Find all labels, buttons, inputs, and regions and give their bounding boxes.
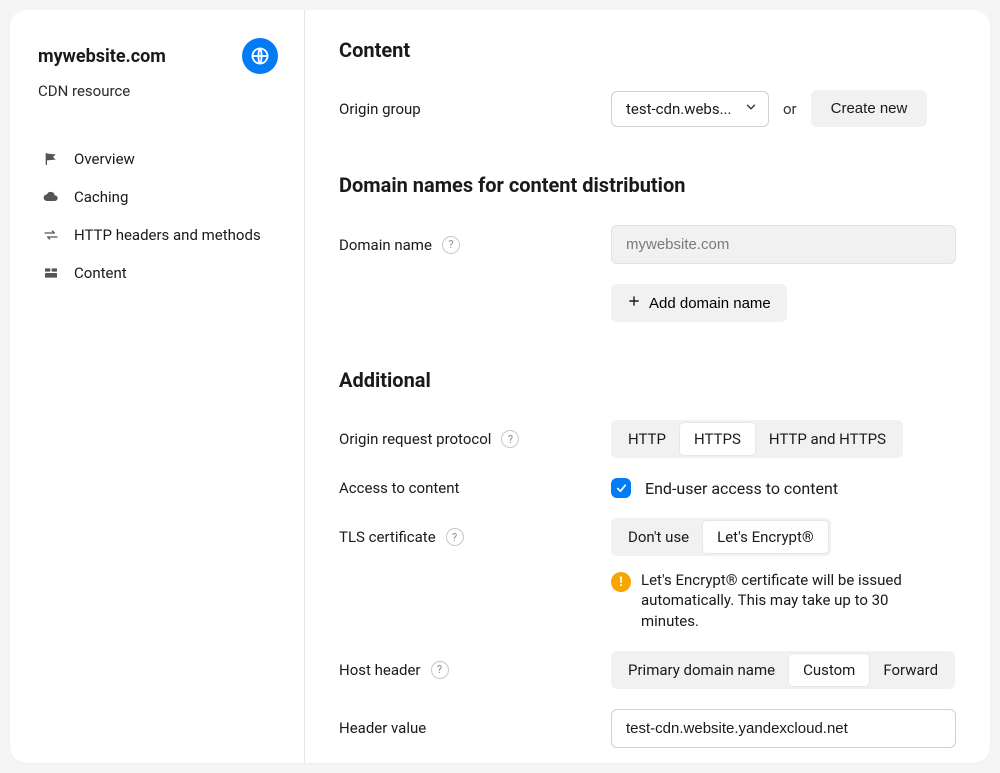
host-option-primary[interactable]: Primary domain name <box>614 654 789 686</box>
host-header-label: Host header ? <box>339 661 611 679</box>
header-value-input[interactable] <box>611 709 956 748</box>
origin-group-select[interactable]: test-cdn.webs... <box>611 91 769 127</box>
arrows-icon <box>42 227 60 243</box>
add-domain-button[interactable]: Add domain name <box>611 284 787 322</box>
protocol-option-http[interactable]: HTTP <box>614 423 680 455</box>
sidebar: mywebsite.com CDN resource Overview Cach… <box>10 10 305 763</box>
protocol-segmented: HTTP HTTPS HTTP and HTTPS <box>611 420 903 458</box>
access-row: Access to content End-user access to con… <box>339 478 956 498</box>
create-new-button[interactable]: Create new <box>811 90 928 127</box>
tls-option-dont-use[interactable]: Don't use <box>614 521 703 553</box>
warning-icon: ! <box>611 572 631 592</box>
add-domain-label: Add domain name <box>649 295 771 312</box>
access-checkbox[interactable] <box>611 478 631 498</box>
protocol-option-both[interactable]: HTTP and HTTPS <box>755 423 900 455</box>
host-option-forward[interactable]: Forward <box>869 654 952 686</box>
flag-icon <box>42 151 60 167</box>
section-content-title: Content <box>339 38 956 62</box>
blocks-icon <box>42 265 60 281</box>
access-label: Access to content <box>339 479 611 497</box>
origin-group-value: test-cdn.webs... <box>626 100 731 118</box>
add-domain-row: Add domain name <box>339 284 956 322</box>
resource-subtitle: CDN resource <box>38 82 288 100</box>
tls-segmented: Don't use Let's Encrypt® <box>611 518 831 556</box>
tls-label: TLS certificate ? <box>339 528 611 546</box>
sidebar-item-label: Caching <box>74 188 128 206</box>
plus-icon <box>627 294 641 312</box>
sidebar-item-overview[interactable]: Overview <box>38 140 288 178</box>
domain-name-input <box>611 225 956 264</box>
section-additional-title: Additional <box>339 368 956 392</box>
cloud-icon <box>42 189 60 205</box>
origin-group-label: Origin group <box>339 100 611 118</box>
sidebar-item-label: Overview <box>74 150 135 168</box>
protocol-label: Origin request protocol ? <box>339 430 611 448</box>
help-icon[interactable]: ? <box>442 236 460 254</box>
host-option-custom[interactable]: Custom <box>789 654 869 686</box>
section-domains-title: Domain names for content distribution <box>339 173 956 197</box>
access-checkbox-label: End-user access to content <box>645 479 838 498</box>
sidebar-item-http-headers[interactable]: HTTP headers and methods <box>38 216 288 254</box>
or-text: or <box>783 100 797 118</box>
sidebar-item-label: Content <box>74 264 127 282</box>
tls-row: TLS certificate ? Don't use Let's Encryp… <box>339 518 956 556</box>
host-header-segmented: Primary domain name Custom Forward <box>611 651 955 689</box>
tls-note-row: ! Let's Encrypt® certificate will be iss… <box>339 570 956 631</box>
tls-note: Let's Encrypt® certificate will be issue… <box>641 570 921 631</box>
sidebar-header: mywebsite.com <box>38 38 288 74</box>
host-header-row: Host header ? Primary domain name Custom… <box>339 651 956 689</box>
help-icon[interactable]: ? <box>446 528 464 546</box>
resource-title: mywebsite.com <box>38 46 166 67</box>
origin-group-row: Origin group test-cdn.webs... or Create … <box>339 90 956 127</box>
protocol-option-https[interactable]: HTTPS <box>680 423 755 455</box>
chevron-down-icon <box>744 100 758 118</box>
globe-icon <box>242 38 278 74</box>
sidebar-item-content[interactable]: Content <box>38 254 288 292</box>
header-value-row: Header value <box>339 709 956 748</box>
domain-name-row: Domain name ? <box>339 225 956 264</box>
tls-option-letsencrypt[interactable]: Let's Encrypt® <box>703 521 828 553</box>
sidebar-item-caching[interactable]: Caching <box>38 178 288 216</box>
main-content: Content Origin group test-cdn.webs... or… <box>305 10 990 763</box>
header-value-label: Header value <box>339 719 611 737</box>
cdn-resource-page: mywebsite.com CDN resource Overview Cach… <box>10 10 990 763</box>
help-icon[interactable]: ? <box>501 430 519 448</box>
help-icon[interactable]: ? <box>431 661 449 679</box>
domain-name-label: Domain name ? <box>339 236 611 254</box>
protocol-row: Origin request protocol ? HTTP HTTPS HTT… <box>339 420 956 458</box>
sidebar-item-label: HTTP headers and methods <box>74 226 261 244</box>
